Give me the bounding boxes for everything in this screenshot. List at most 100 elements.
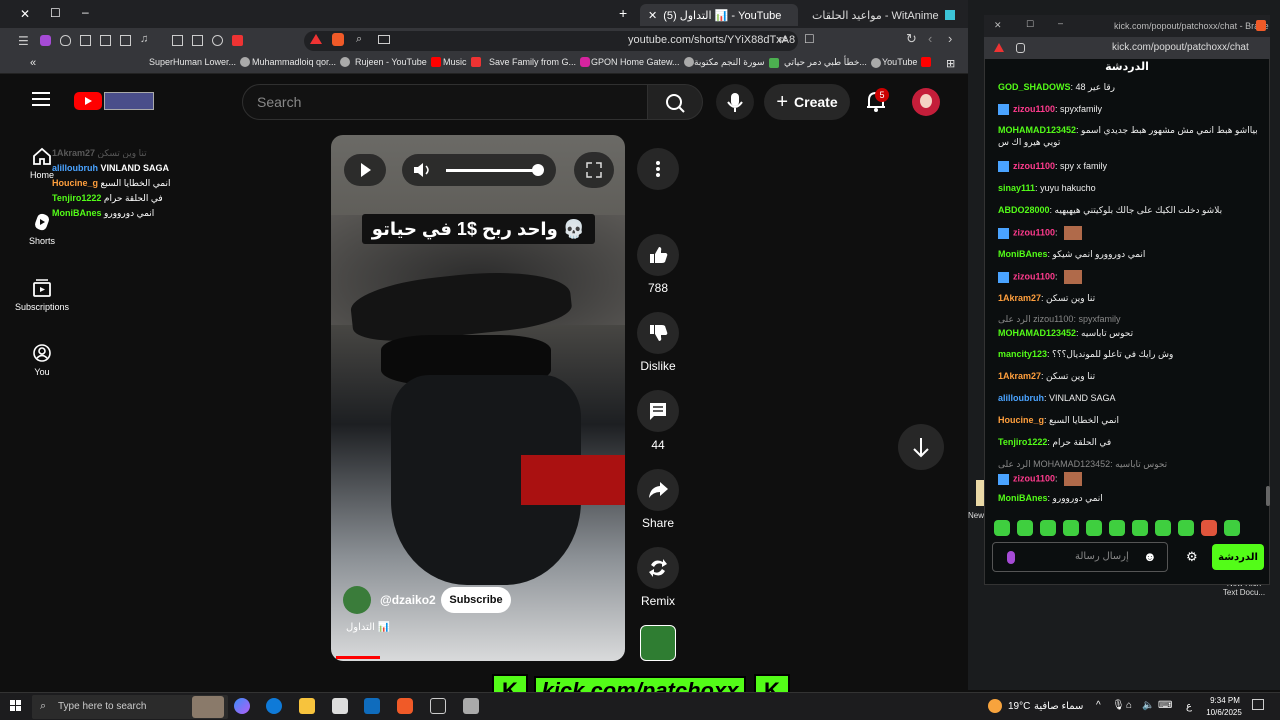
clock-date[interactable]: 10/6/2025: [1203, 708, 1245, 717]
chat-message[interactable]: 1Akram27: تنا وين تسكن: [998, 370, 1260, 382]
chat-message[interactable]: zizou1100:: [998, 472, 1260, 486]
chat-username[interactable]: Houcine_g: [998, 415, 1044, 425]
voice-search-button[interactable]: [716, 84, 754, 120]
bookmarks-overflow-icon[interactable]: «: [30, 57, 36, 69]
search-button[interactable]: [647, 84, 703, 120]
shield-icon[interactable]: [60, 35, 71, 46]
comments-button[interactable]: [637, 390, 679, 432]
screen-icon[interactable]: [378, 35, 390, 44]
search-icon[interactable]: ⌕: [356, 33, 362, 46]
bookmark-item[interactable]: خطأ طبي دمر حياتي...: [784, 57, 881, 68]
settings-gear-icon[interactable]: ⚙: [1186, 549, 1198, 565]
minimize-icon[interactable]: –: [1058, 18, 1063, 28]
forward-icon[interactable]: ›: [948, 31, 952, 46]
chat-message-input[interactable]: إرسال رسالة ☻: [992, 542, 1168, 572]
chat-message[interactable]: الرد على MOHAMAD123452: تحوس تاباسيه: [998, 458, 1260, 470]
weather-icon[interactable]: [988, 699, 1002, 713]
nav-you[interactable]: You: [10, 343, 74, 377]
capcut-icon[interactable]: [430, 698, 446, 714]
chat-message[interactable]: 1Akram27: تنا وين تسكن: [998, 292, 1260, 304]
close-icon[interactable]: ✕: [994, 20, 1002, 31]
channel-avatar[interactable]: [343, 586, 371, 614]
extension-icon[interactable]: [232, 35, 243, 46]
channel-doodle-logo[interactable]: [104, 92, 154, 110]
chat-username[interactable]: 1Akram27: [998, 293, 1041, 303]
hamburger-menu-icon[interactable]: [32, 92, 50, 106]
chat-message[interactable]: alilloubruh: VINLAND SAGA: [998, 392, 1260, 404]
share-link-icon[interactable]: ⇄: [778, 33, 787, 46]
emoji-icon[interactable]: ☻: [1143, 549, 1157, 564]
chat-username[interactable]: ABDO28000: [998, 205, 1050, 215]
apps-icon[interactable]: ⊞: [946, 57, 955, 70]
emote-button[interactable]: [994, 520, 1010, 536]
volume-control[interactable]: [402, 154, 556, 186]
notification-center-icon[interactable]: [1252, 699, 1264, 710]
chat-message[interactable]: MoniBAnes: انمي دوروورو: [998, 492, 1260, 504]
new-tab-icon[interactable]: +: [619, 5, 627, 21]
chat-username[interactable]: zizou1100: [1013, 227, 1055, 237]
emote-button[interactable]: [1086, 520, 1102, 536]
mic-icon[interactable]: [1007, 551, 1015, 564]
bookmark-item[interactable]: YouTube: [882, 57, 932, 67]
notifications-button[interactable]: 5: [864, 88, 889, 114]
chat-message[interactable]: MOHAMAD123452: تحوس تاباسيه: [998, 327, 1260, 339]
chat-message[interactable]: MoniBAnes: انمي دوروورو انمي شيكو: [998, 248, 1260, 260]
chat-url[interactable]: kick.com/popout/patchoxx/chat: [1112, 42, 1249, 53]
edge-icon[interactable]: [266, 698, 282, 714]
extension-icon[interactable]: [212, 35, 223, 46]
extension-icon[interactable]: [192, 35, 203, 46]
chat-message[interactable]: Tenjiro1222: في الحلقة حرام: [998, 436, 1260, 448]
like-button[interactable]: [637, 234, 679, 276]
next-short-button[interactable]: [898, 424, 944, 470]
subscribe-button[interactable]: Subscribe: [441, 587, 511, 613]
create-button[interactable]: + Create: [764, 84, 850, 120]
weather-description[interactable]: سماء صافية: [1034, 701, 1083, 712]
tab-witanime[interactable]: مواعيد الحلقات - WitAnime: [804, 4, 964, 26]
emote-button[interactable]: [1040, 520, 1056, 536]
extension-icon[interactable]: [172, 35, 183, 46]
menu-icon[interactable]: ☰: [18, 34, 29, 48]
emote-button[interactable]: [1155, 520, 1171, 536]
chat-username[interactable]: 1Akram27: [998, 371, 1041, 381]
brave-shield-icon[interactable]: [332, 33, 344, 46]
remix-button[interactable]: [637, 547, 679, 589]
chat-username[interactable]: alilloubruh: [998, 393, 1044, 403]
search-input[interactable]: [242, 84, 648, 120]
close-icon[interactable]: ✕: [20, 7, 30, 21]
tab-youtube[interactable]: ✕ (5) التداول 📊 - YouTube: [640, 4, 798, 26]
copilot-icon[interactable]: [234, 698, 250, 714]
chat-send-button[interactable]: الدردشة: [1212, 544, 1264, 570]
emote-button[interactable]: [1178, 520, 1194, 536]
chat-username[interactable]: zizou1100: [1013, 473, 1055, 483]
chat-message[interactable]: sinay111: yuyu hakucho: [998, 182, 1260, 194]
chat-username[interactable]: GOD_SHADOWS: [998, 82, 1071, 92]
chat-message[interactable]: zizou1100:: [998, 226, 1260, 240]
short-title[interactable]: التداول 📊: [346, 622, 390, 633]
weather-temp[interactable]: 19°C: [1008, 701, 1030, 712]
volume-slider[interactable]: [446, 169, 538, 172]
clock-time[interactable]: 9:34 PM: [1206, 696, 1244, 705]
mic-tray-icon[interactable]: 🎙: [1112, 700, 1125, 711]
input-language[interactable]: ع: [1186, 701, 1192, 712]
chat-username[interactable]: zizou1100: [1013, 104, 1055, 114]
chat-message[interactable]: MOHAMAD123452: بيااشو هبط انمي مش مشهور …: [998, 124, 1260, 148]
chat-username[interactable]: MoniBAnes: [998, 249, 1048, 259]
chat-username[interactable]: sinay111: [998, 183, 1035, 193]
bookmark-item[interactable]: Rujeen - YouTube: [355, 57, 441, 67]
taskbar-search[interactable]: ⌕ Type here to search: [32, 695, 228, 719]
chat-message[interactable]: zizou1100: spyxfamily: [998, 103, 1260, 116]
video-progress-bar[interactable]: [336, 656, 380, 659]
volume-slider-handle[interactable]: [532, 164, 544, 176]
network-icon[interactable]: ⌂: [1126, 700, 1132, 711]
windows-start-icon[interactable]: [10, 700, 22, 712]
chat-message[interactable]: zizou1100: spy x family: [998, 160, 1260, 173]
nav-subscriptions[interactable]: Subscriptions: [10, 278, 74, 312]
emote-button[interactable]: [1017, 520, 1033, 536]
sidebar-icon[interactable]: [120, 35, 131, 46]
bookmark-item[interactable]: SuperHuman Lower...: [149, 57, 251, 67]
shield-icon[interactable]: [1016, 43, 1025, 53]
store-icon[interactable]: [332, 698, 348, 714]
fullscreen-button[interactable]: [574, 152, 614, 188]
chat-scrollbar[interactable]: [1266, 486, 1270, 506]
bookmark-icon[interactable]: ☐: [804, 32, 815, 46]
